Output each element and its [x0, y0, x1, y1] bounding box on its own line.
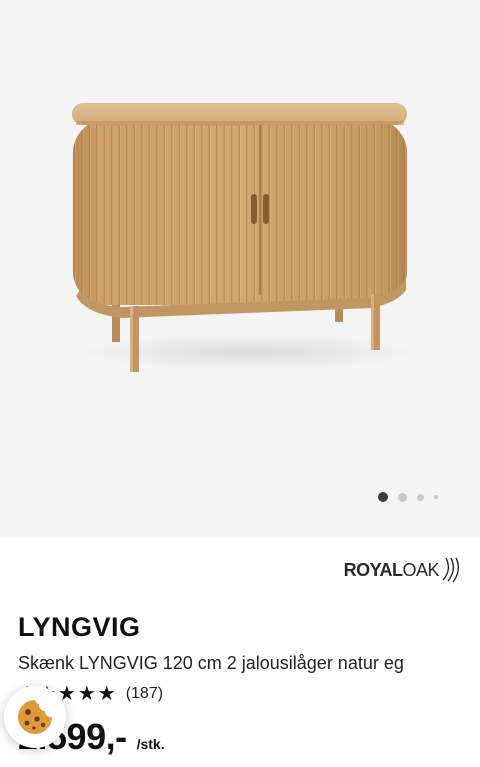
- rating-count[interactable]: (187): [126, 685, 163, 703]
- price-unit: /stk.: [136, 736, 165, 752]
- brand-wave-icon: [442, 557, 460, 583]
- gallery-dot-active[interactable]: [378, 492, 388, 502]
- gallery-dot[interactable]: [398, 492, 407, 502]
- brand-logo[interactable]: ROYALOAK: [344, 556, 462, 584]
- star-icon: ★: [97, 683, 116, 705]
- gallery-pagination[interactable]: [378, 492, 438, 502]
- product-image-gallery[interactable]: [0, 0, 480, 537]
- brand-logo-text: ROYALOAK: [343, 559, 440, 580]
- gallery-dot[interactable]: [434, 495, 438, 499]
- gallery-dot[interactable]: [417, 493, 424, 501]
- product-description: Skænk LYNGVIG 120 cm 2 jalousilåger natu…: [18, 653, 404, 673]
- product-name: LYNGVIG: [18, 612, 141, 642]
- cookie-settings-button[interactable]: [4, 686, 66, 748]
- product-image[interactable]: [0, 0, 480, 537]
- star-icon: ★: [77, 683, 96, 705]
- cookie-icon: [18, 700, 52, 734]
